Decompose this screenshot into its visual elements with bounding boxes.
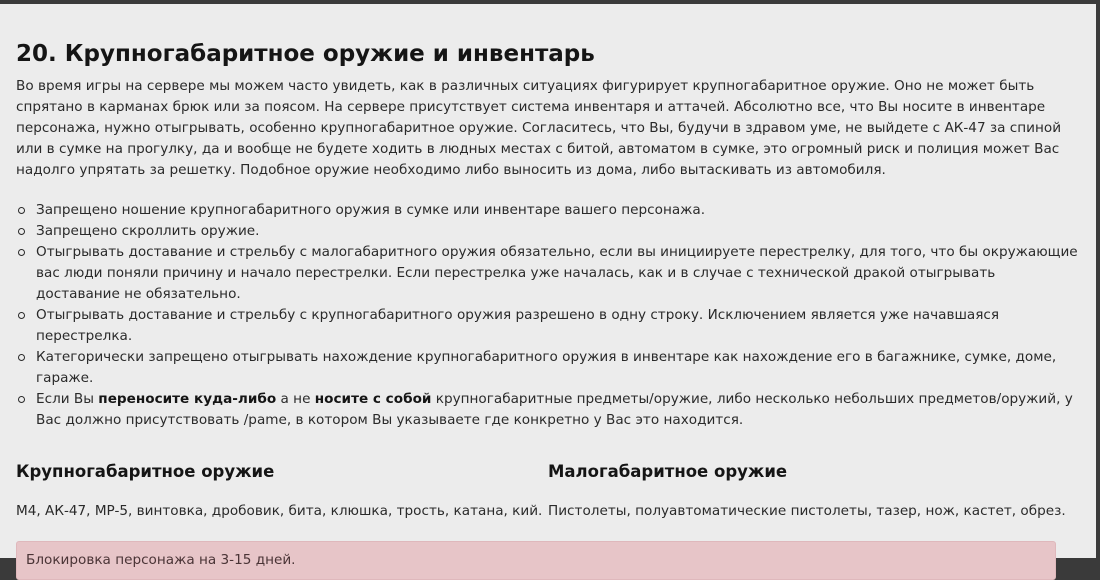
bullet-icon <box>18 207 25 214</box>
rule-item: Если Вы переносите куда-либо а не носите… <box>16 389 1080 431</box>
penalty-alert: Блокировка персонажа на 3-15 дней. <box>16 541 1056 580</box>
rule-item: Запрещено скроллить оружие. <box>16 221 1080 242</box>
rule-text: Категорически запрещено отыгрывать нахож… <box>36 349 1057 386</box>
bullet-icon <box>18 396 25 403</box>
weapon-categories: Крупногабаритное оружие М4, АК-47, MP-5,… <box>16 462 1080 522</box>
rule-item: Запрещено ношение крупногабаритного оруж… <box>16 200 1080 221</box>
section-title: 20. Крупногабаритное оружие и инвентарь <box>16 41 595 67</box>
large-weapons-column: Крупногабаритное оружие М4, АК-47, MP-5,… <box>16 462 548 522</box>
intro-paragraph: Во время игры на сервере мы можем часто … <box>16 78 1062 178</box>
rule-item: Отыгрывать доставание и стрельбу с крупн… <box>16 305 1080 347</box>
bullet-icon <box>18 228 25 235</box>
rule-text: Запрещено скроллить оружие. <box>36 223 260 239</box>
small-weapons-column: Малогабаритное оружие Пистолеты, полуавт… <box>548 462 1080 522</box>
rule-text: Запрещено ношение крупногабаритного оруж… <box>36 202 706 218</box>
large-weapons-heading: Крупногабаритное оружие <box>16 462 275 481</box>
small-weapons-heading: Малогабаритное оружие <box>548 462 788 481</box>
rule-text: Отыгрывать доставание и стрельбу с малог… <box>36 244 1078 302</box>
rules-panel: 20. Крупногабаритное оружие и инвентарь … <box>0 4 1096 580</box>
rule-text-emphasis: носите с собой <box>314 391 432 407</box>
bullet-icon <box>18 249 25 256</box>
large-weapons-list: М4, АК-47, MP-5, винтовка, дробовик, бит… <box>16 503 543 519</box>
rule-text-part: а не <box>276 391 315 407</box>
small-weapons-list: Пистолеты, полуавтоматические пистолеты,… <box>548 503 1066 519</box>
rule-text-part: Если Вы <box>36 391 99 407</box>
bullet-icon <box>18 312 25 319</box>
bullet-icon <box>18 354 25 361</box>
rule-text-emphasis: переносите куда-либо <box>98 391 277 407</box>
rule-text: Отыгрывать доставание и стрельбу с крупн… <box>36 307 1000 344</box>
rule-item: Категорически запрещено отыгрывать нахож… <box>16 347 1080 389</box>
rules-list: Запрещено ношение крупногабаритного оруж… <box>16 200 1080 431</box>
rule-item: Отыгрывать доставание и стрельбу с малог… <box>16 242 1080 305</box>
